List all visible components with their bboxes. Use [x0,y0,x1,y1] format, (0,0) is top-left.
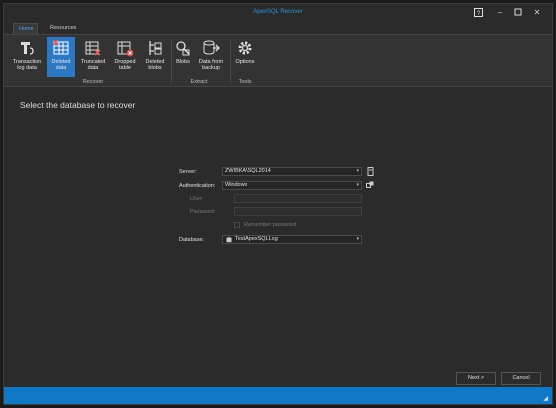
ribbon-separator [171,39,172,83]
server-label: Server: [179,169,197,175]
data-from-backup-button[interactable]: Data from backup [195,37,227,77]
database-dropdown[interactable]: TestApexSQLLog ▾ [222,235,362,244]
gear-icon [238,41,252,55]
chevron-down-icon: ▾ [356,168,359,174]
cancel-button[interactable]: Cancel [501,372,541,385]
user-input[interactable] [234,194,362,203]
truncated-data-button[interactable]: Truncated data [78,37,108,77]
blobs-button[interactable]: Blobs [173,37,193,77]
page-title: Select the database to recover [20,100,136,110]
close-icon[interactable]: ✕ [532,8,542,18]
chevron-down-icon: ▾ [356,236,359,242]
deleted-data-icon [52,39,69,55]
truncated-data-icon [85,41,101,56]
maximize-icon[interactable] [513,8,523,18]
app-window: ApexSQL Recover ? – ✕ Home Resources Tra… [3,3,553,405]
remember-password-checkbox[interactable] [234,222,240,228]
main-content: Select the database to recover Server: Z… [4,88,552,388]
resize-grip-icon[interactable]: ◢ [543,395,548,402]
remember-password-label: Remember password [244,222,297,228]
database-value: TestApexSQLLog [235,236,278,242]
deleted-blobs-icon [149,41,162,55]
authentication-value: Windows [225,182,248,188]
blobs-icon [176,41,190,56]
group-label-recover: Recover [82,79,104,85]
user-label: User: [190,196,204,202]
connect-icon[interactable] [366,181,374,190]
deleted-blobs-button[interactable]: Deleted blobs [141,37,169,77]
group-label-tools: Tools [238,79,252,85]
server-value: ZWIBKA\SQL2014 [225,168,271,174]
next-button[interactable]: Next > [456,372,496,385]
group-label-extract: Extract [190,79,208,85]
server-browse-icon[interactable] [366,167,374,176]
dropped-table-icon [117,41,134,57]
data-from-backup-icon [203,40,220,55]
tab-home[interactable]: Home [13,23,38,34]
password-input[interactable] [234,207,362,216]
password-label: Password: [190,209,216,215]
transaction-log-icon [21,42,34,55]
authentication-label: Authentication: [179,183,216,189]
title-bar: ApexSQL Recover ? – ✕ [4,4,552,22]
status-bar: ◢ [4,387,552,404]
options-button[interactable]: Options [232,37,258,77]
minimize-icon[interactable]: – [495,8,505,18]
authentication-dropdown[interactable]: Windows ▾ [222,181,362,190]
ribbon-separator [230,39,231,83]
dropped-table-button[interactable]: Dropped table [111,37,139,77]
transaction-log-data-button[interactable]: Transaction log data [11,37,43,77]
ribbon: Transaction log data Deleted data Trunca… [4,34,552,87]
tab-resources[interactable]: Resources [45,23,81,34]
deleted-data-button[interactable]: Deleted data [47,37,75,77]
database-label: Database: [179,237,205,243]
window-title: ApexSQL Recover [253,9,303,15]
database-icon [226,237,232,243]
server-dropdown[interactable]: ZWIBKA\SQL2014 ▾ [222,167,362,176]
help-icon[interactable]: ? [473,8,483,18]
chevron-down-icon: ▾ [356,182,359,188]
